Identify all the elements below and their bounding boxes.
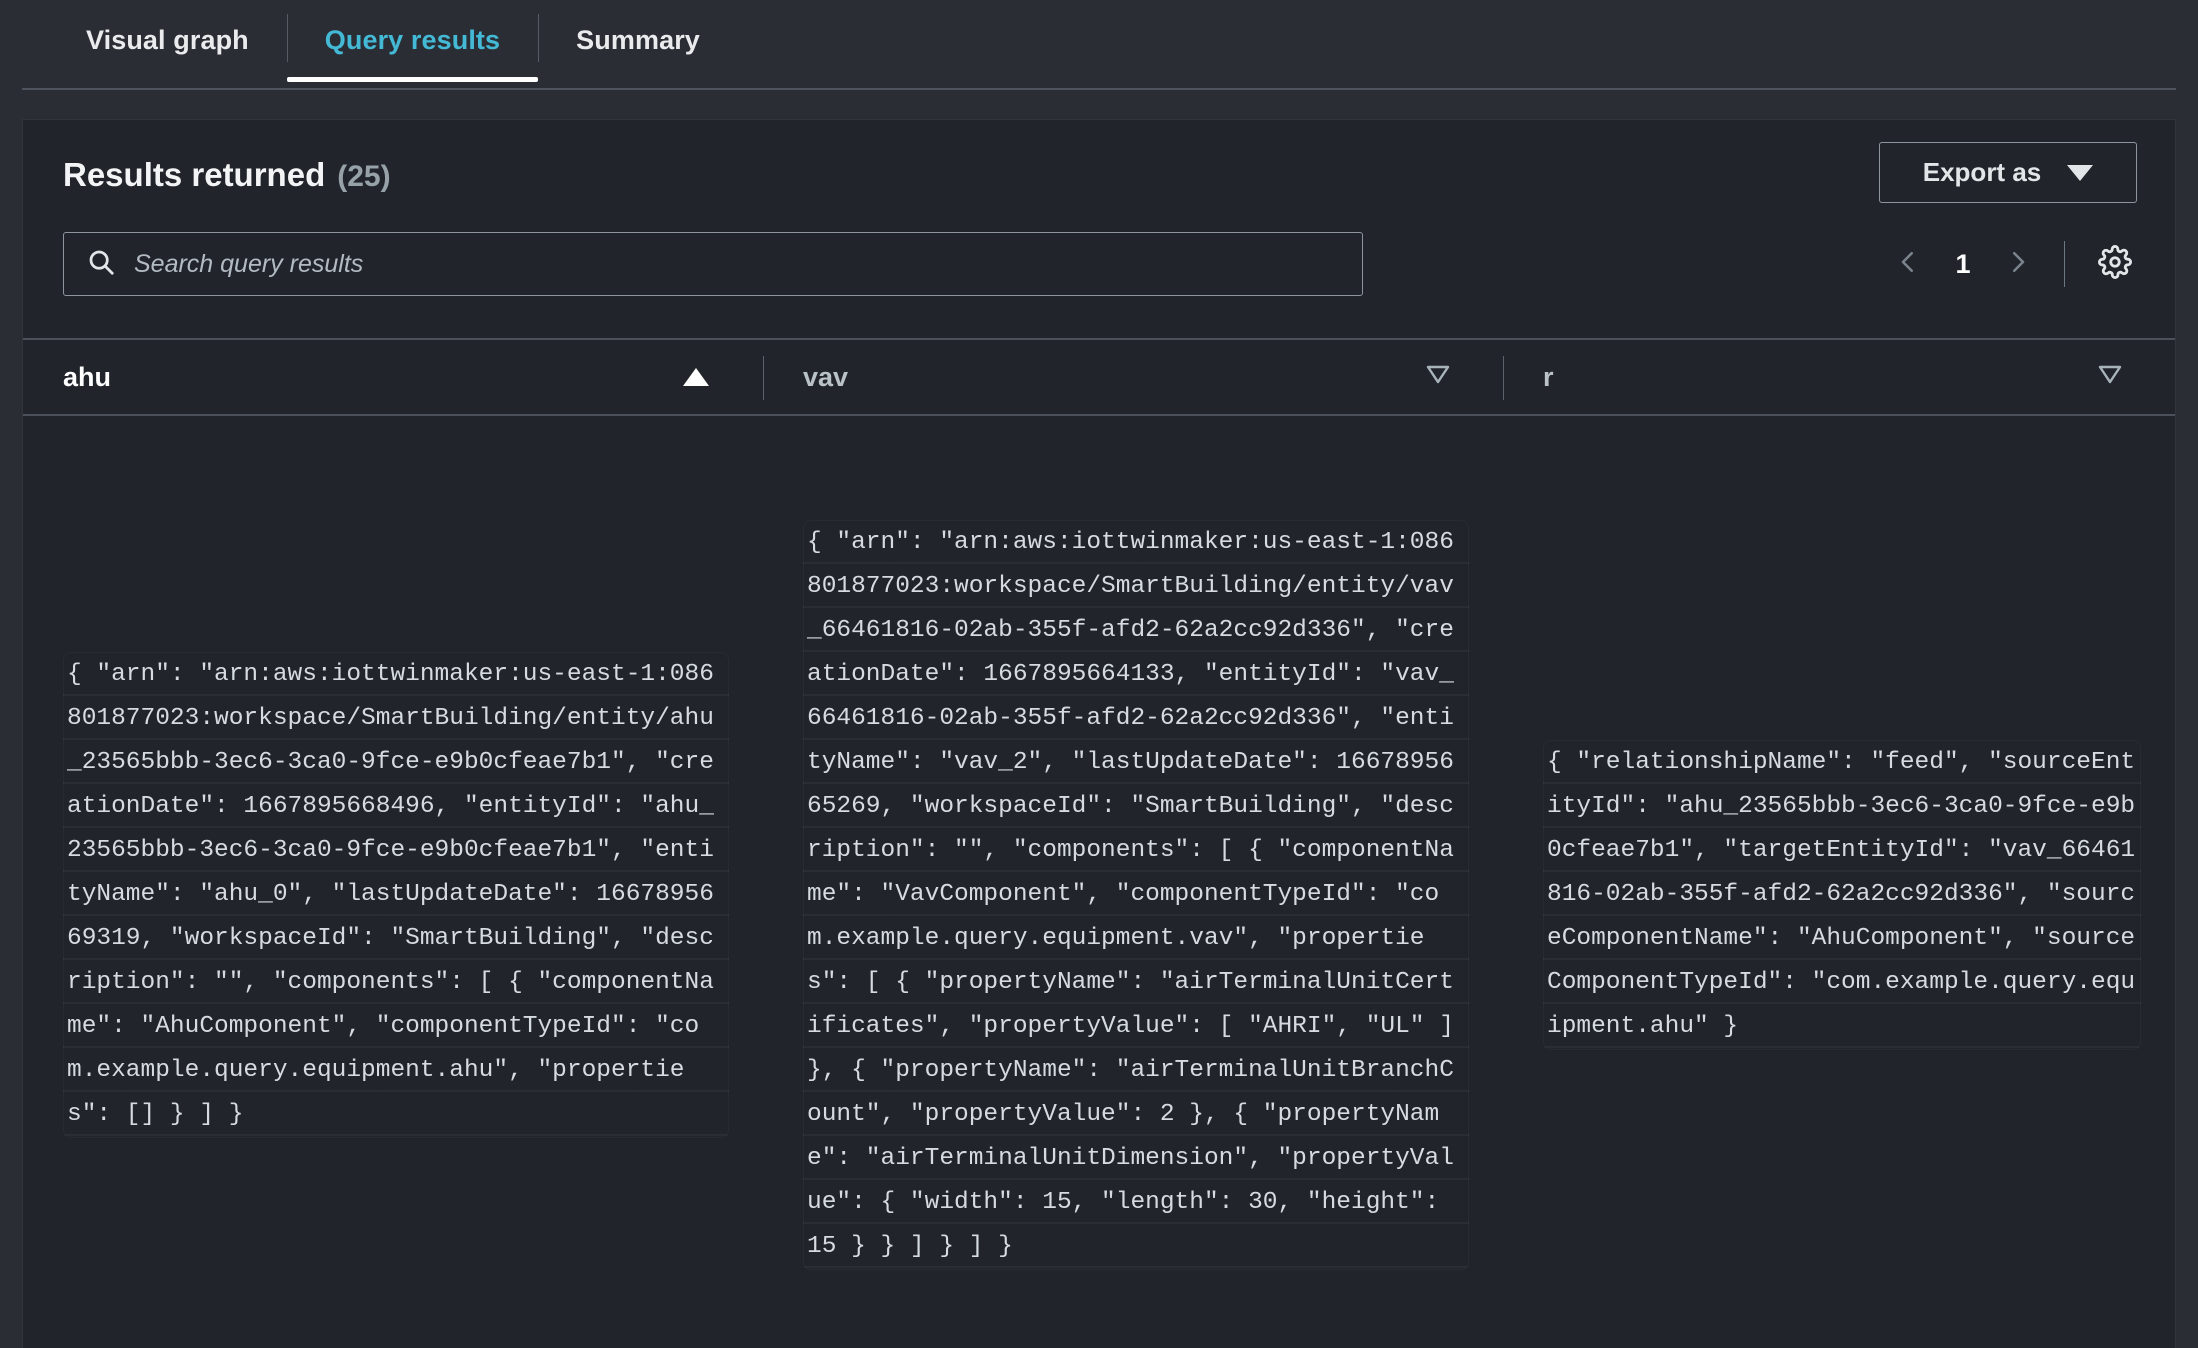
json-value-ahu: { "arn": "arn:aws:iottwinmaker:us-east-1… [63, 652, 729, 1138]
previous-page-button[interactable] [1882, 238, 1934, 290]
page-number-1[interactable]: 1 [1940, 249, 1986, 280]
sort-ascending-icon [683, 368, 709, 386]
tab-summary[interactable]: Summary [538, 0, 738, 80]
panel-header: Results returned (25) Export as Search q… [23, 120, 2175, 338]
pagination-controls: 1 [1882, 232, 2141, 296]
tab-bar-divider [22, 88, 2176, 90]
pagination-divider [2064, 241, 2065, 287]
tab-label: Summary [576, 24, 700, 55]
cell-ahu[interactable]: { "arn": "arn:aws:iottwinmaker:us-east-1… [23, 416, 763, 1348]
export-as-button[interactable]: Export as [1879, 142, 2137, 203]
tab-visual-graph[interactable]: Visual graph [48, 0, 287, 80]
query-results-panel: Results returned (25) Export as Search q… [22, 119, 2176, 1348]
search-input[interactable] [132, 248, 1340, 280]
results-count: (25) [337, 160, 391, 193]
column-header-r[interactable]: r [1503, 340, 2175, 414]
results-table: ahu vav r {"arn": "arn:aws:iottwinmaker… [23, 338, 2175, 1348]
tab-label: Query results [324, 24, 501, 55]
sort-none-icon [1425, 362, 1451, 393]
table-settings-button[interactable] [2089, 238, 2141, 290]
tab-query-results[interactable]: Query results [286, 0, 539, 82]
chevron-left-icon [1893, 247, 1923, 282]
json-value-r: { "relationshipName": "feed", "sourceEnt… [1543, 740, 2141, 1050]
tab-label: Visual graph [86, 24, 249, 55]
column-header-vav[interactable]: vav [763, 340, 1503, 414]
gear-icon [2098, 244, 2132, 284]
tab-bar: Visual graph Query results Summary [0, 0, 2198, 90]
chevron-right-icon [2003, 247, 2033, 282]
search-box[interactable] [63, 232, 1363, 296]
search-row [63, 232, 2137, 296]
cell-r[interactable]: { "relationshipName": "feed", "sourceEnt… [1503, 416, 2175, 1348]
results-returned-label: Results returned [63, 156, 326, 193]
next-page-button[interactable] [1992, 238, 2044, 290]
page-title: Results returned (25) [63, 158, 2135, 192]
table-header-row: ahu vav r [23, 340, 2175, 416]
column-header-label: vav [803, 361, 849, 392]
column-header-label: r [1543, 361, 1554, 392]
table-row: { "arn": "arn:aws:iottwinmaker:us-east-1… [23, 416, 2175, 1348]
search-icon [86, 247, 116, 282]
json-value-vav: { "arn": "arn:aws:iottwinmaker:us-east-1… [803, 520, 1469, 1270]
cell-vav[interactable]: { "arn": "arn:aws:iottwinmaker:us-east-1… [763, 416, 1503, 1348]
column-header-label: ahu [63, 361, 112, 392]
caret-down-icon [2067, 164, 2094, 181]
export-as-label: Export as [1922, 157, 2042, 187]
column-header-ahu[interactable]: ahu [23, 340, 763, 414]
sort-none-icon [2097, 362, 2123, 393]
